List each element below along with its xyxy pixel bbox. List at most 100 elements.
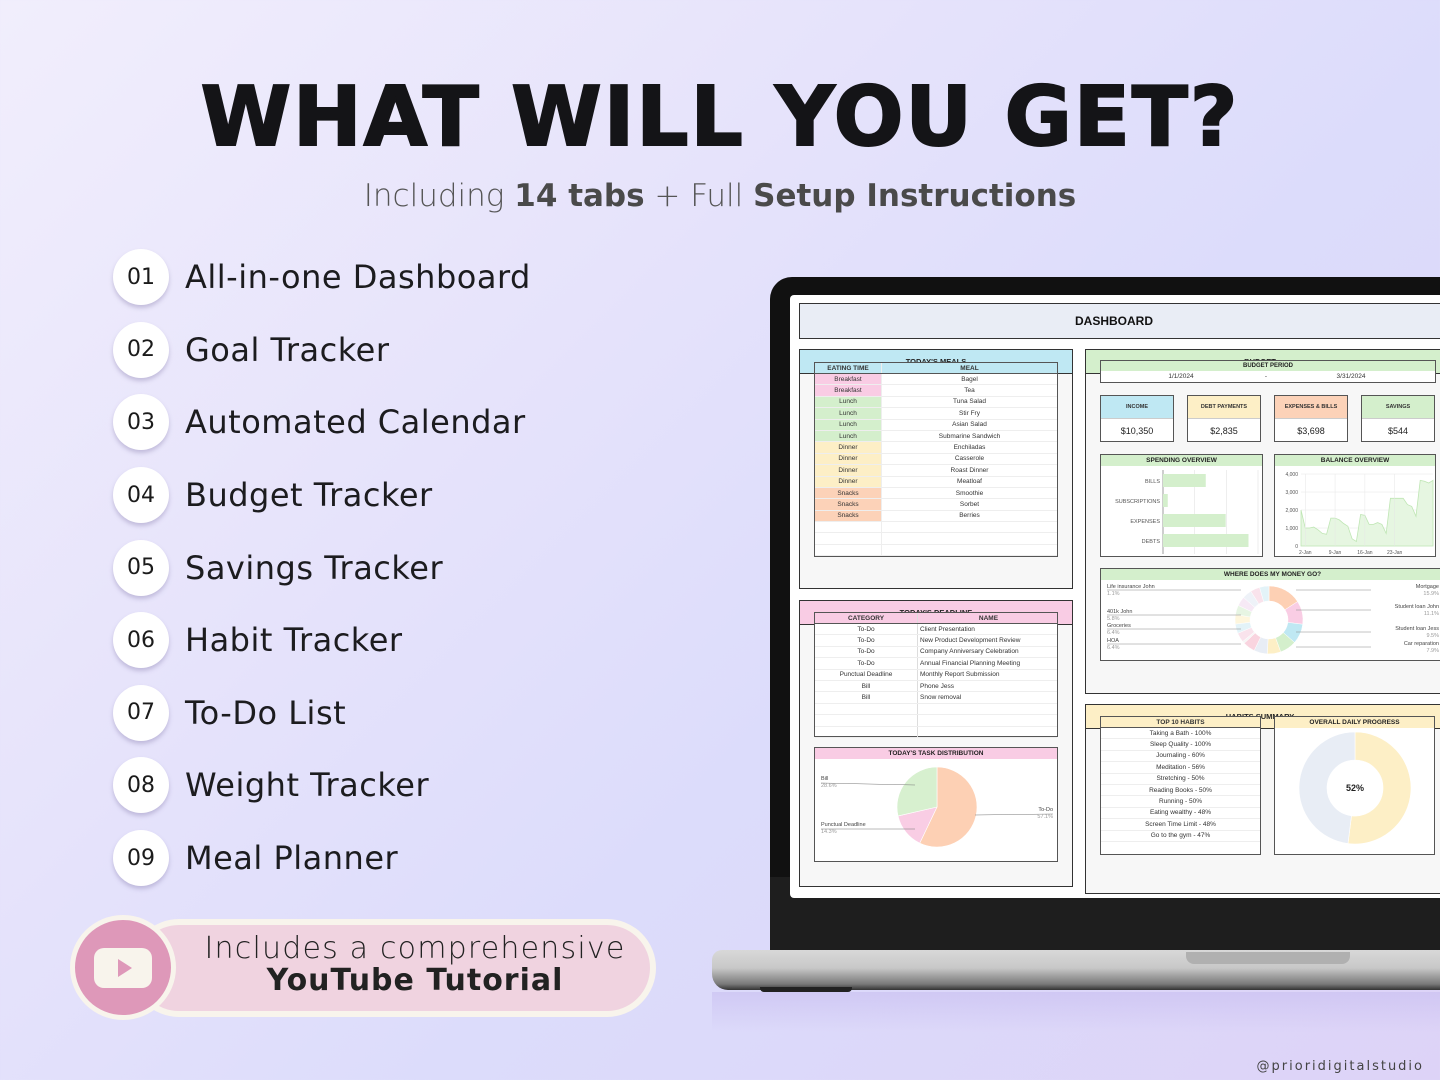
habit-row: Screen Time Limit - 48% xyxy=(1101,819,1260,831)
category-cell: To-Do xyxy=(857,625,875,633)
balance-area-svg: 0 1,000 2,000 3,000 4,000 2-Jan 9-Jan 16-Jan 23-… xyxy=(1285,472,1434,556)
empty-cell xyxy=(815,715,917,725)
feature-label: Savings Tracker xyxy=(185,548,444,587)
laptop-screen-dashboard: DASHBOARD TODAY'S MEALS EATING TIME MEAL… xyxy=(790,295,1440,898)
feature-number-badge: 07 xyxy=(113,684,169,741)
eating-time-cell: Dinner xyxy=(815,453,881,465)
deadline-row: To-Do New Product Development Review xyxy=(815,635,1057,647)
slice-percent: 7.9% xyxy=(1426,648,1439,654)
slice-label: Car reparation xyxy=(1404,641,1439,647)
eating-time-cell: Lunch xyxy=(815,419,881,430)
habit-row: Journaling - 60% xyxy=(1101,751,1260,763)
empty-cell xyxy=(815,545,881,555)
feature-number-badge: 05 xyxy=(113,539,169,596)
budget-start-date: 1/1/2024 xyxy=(1168,373,1194,380)
column-header: NAME xyxy=(917,613,1057,623)
column-header: CATEGORY xyxy=(847,614,885,622)
feature-label: Goal Tracker xyxy=(185,330,390,369)
subline-setup: Setup Instructions xyxy=(753,178,1077,214)
meal-cell: Asian Salad xyxy=(881,419,1057,430)
feature-item: 08 Weight Tracker xyxy=(113,749,531,822)
habit-row: Running - 50% xyxy=(1101,796,1260,808)
eating-time-cell: Breakfast xyxy=(815,385,881,396)
empty-cell xyxy=(917,703,1057,715)
y-tick-label: 3,000 xyxy=(1285,490,1298,496)
feature-number-badge: 01 xyxy=(113,249,169,306)
feature-number-badge: 04 xyxy=(113,467,169,524)
laptop-notch xyxy=(1186,952,1350,964)
meal-row: Lunch Tuna Salad xyxy=(815,396,1057,409)
slice-label: 401k John xyxy=(1107,609,1132,615)
eating-time-cell: Dinner xyxy=(815,442,881,453)
deadline-row: Bill Snow removal xyxy=(815,692,1057,704)
slice-label: Mortgage xyxy=(1416,584,1439,590)
meal-cell: Smoothie xyxy=(881,487,1057,499)
empty-row xyxy=(815,703,1057,716)
meal-row: Lunch Submarine Sandwich xyxy=(815,430,1057,443)
eating-time-cell: Dinner xyxy=(815,465,881,476)
budget-end-date: 3/31/2024 xyxy=(1336,373,1366,380)
eating-time-cell: Snacks xyxy=(815,487,881,499)
habit-row: Reading Books - 50% xyxy=(1101,785,1260,797)
meal-row: Dinner Enchiladas xyxy=(815,442,1057,454)
y-tick-label: 1,000 xyxy=(1285,526,1298,532)
feature-label: Meal Planner xyxy=(185,839,399,878)
bar-expenses xyxy=(1163,514,1226,527)
slice-percent: 6.4% xyxy=(1107,630,1120,636)
meal-row: Snacks Berries xyxy=(815,510,1057,523)
eating-time-cell: Lunch xyxy=(815,430,881,442)
name-cell: Snow removal xyxy=(917,692,1057,703)
creator-credit: @prioridigitalstudio xyxy=(1256,1059,1424,1074)
pie-slice-bill xyxy=(896,766,938,817)
bar-label: DEBTS xyxy=(1142,539,1161,545)
banner-line-2: YouTube Tutorial xyxy=(266,963,564,998)
deadline-table: CATEGORY NAME To-Do Client Presentation To… xyxy=(814,612,1058,738)
meal-row: Snacks Smoothie xyxy=(815,487,1057,500)
meal-cell: Sorbet xyxy=(881,499,1057,510)
empty-cell xyxy=(917,726,1057,737)
feature-number-badge: 06 xyxy=(113,612,169,669)
eating-time-cell: Breakfast xyxy=(815,374,881,385)
slice-label: Student loan Jess xyxy=(1395,626,1439,632)
habit-row: Taking a Bath - 100% xyxy=(1101,728,1260,740)
meal-cell: Roast Dinner xyxy=(881,465,1057,476)
empty-row xyxy=(815,522,1057,534)
youtube-play-icon xyxy=(94,947,152,988)
stat-label: DEBT PAYMENTS xyxy=(1188,396,1260,419)
stat-value: $3,698 xyxy=(1297,425,1325,436)
meal-cell: Meatloaf xyxy=(881,476,1057,487)
name-cell: Annual Financial Planning Meeting xyxy=(917,658,1057,669)
deadline-row: To-Do Client Presentation xyxy=(815,624,1057,636)
slice-percent: 6.4% xyxy=(1107,645,1120,651)
empty-cell xyxy=(881,522,1057,533)
todays-deadline-panel: TODAY'S DEADLINE CATEGORY NAME To-DoClie… xyxy=(799,600,1073,887)
stat-card-debt-payments: DEBT PAYMENTS $2,835 xyxy=(1187,395,1261,442)
slice-percent: 11.1% xyxy=(1424,611,1439,617)
slice-percent: 15.9% xyxy=(1423,591,1439,597)
category-cell: Punctual Deadline xyxy=(839,671,893,679)
name-cell: Client Presentation xyxy=(917,624,1057,635)
feature-label: Habit Tracker xyxy=(185,621,403,660)
empty-cell xyxy=(815,727,917,737)
eating-time-cell: Dinner xyxy=(815,476,881,487)
stat-value: $544 xyxy=(1387,425,1409,436)
empty-cell xyxy=(815,704,917,714)
subline-tabs-count: 14 tabs xyxy=(514,178,645,214)
slice-percent: 5.8% xyxy=(1107,616,1120,622)
meal-row: Breakfast Tea xyxy=(815,385,1057,397)
stat-card-income: INCOME $10,350 xyxy=(1100,395,1174,442)
stat-label: EXPENSES & BILLS xyxy=(1275,396,1347,419)
meal-cell: Bagel xyxy=(881,374,1057,385)
bar-label: EXPENSES xyxy=(1130,519,1160,525)
slice-label: Life insurance John xyxy=(1107,584,1155,590)
subline-middle: + Full xyxy=(644,178,754,214)
todays-meals-panel: TODAY'S MEALS EATING TIME MEAL Breakfast… xyxy=(799,349,1073,589)
name-cell: New Product Development Review xyxy=(917,635,1057,646)
budget-period-box: BUDGET PERIOD 1/1/2024 - 3/31/2024 xyxy=(1100,360,1436,383)
stat-card-expenses-bills: EXPENSES & BILLS $3,698 xyxy=(1274,395,1348,442)
feature-item: 09 Meal Planner xyxy=(113,822,531,895)
slice-label: Student loan John xyxy=(1395,604,1439,610)
page-headline: WHAT WILL YOU GET? xyxy=(200,69,1240,166)
feature-item: 05 Savings Tracker xyxy=(113,531,531,604)
meals-table: EATING TIME MEAL Breakfast Bagel Breakfast… xyxy=(814,362,1058,557)
